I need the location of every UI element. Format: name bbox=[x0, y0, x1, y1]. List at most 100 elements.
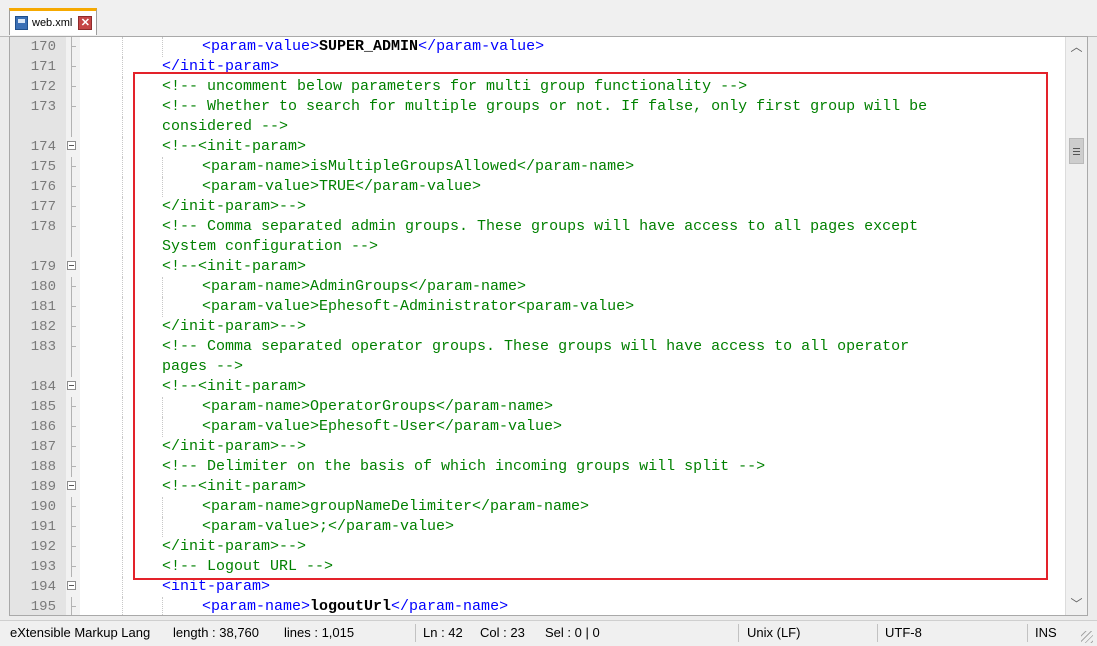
line-number: 174 bbox=[30, 139, 56, 155]
code-text: <init-param> bbox=[162, 577, 270, 597]
fold-guide bbox=[71, 106, 76, 107]
fold-guide bbox=[71, 406, 76, 407]
status-divider bbox=[415, 624, 416, 642]
fold-guide bbox=[71, 157, 72, 177]
fold-guide bbox=[71, 526, 76, 527]
indent-guide bbox=[122, 177, 123, 197]
line-number: 192 bbox=[30, 539, 56, 555]
line-number: 187 bbox=[30, 439, 56, 455]
fold-guide bbox=[71, 206, 76, 207]
line-number: 170 bbox=[30, 39, 56, 55]
fold-toggle-icon[interactable] bbox=[67, 381, 76, 390]
indent-guide bbox=[122, 117, 123, 137]
line-number: 172 bbox=[30, 79, 56, 95]
indent-guide bbox=[122, 77, 123, 97]
status-sel: Sel : 0 | 0 bbox=[545, 625, 600, 640]
fold-guide bbox=[71, 506, 76, 507]
line-number: 175 bbox=[30, 159, 56, 175]
fold-guide bbox=[71, 337, 72, 357]
line-number: 176 bbox=[30, 179, 56, 195]
indent-guide bbox=[122, 97, 123, 117]
status-language: eXtensible Markup Lang bbox=[10, 625, 151, 640]
indent-guide bbox=[122, 337, 123, 357]
fold-guide bbox=[71, 346, 76, 347]
fold-guide bbox=[71, 426, 76, 427]
indent-guide bbox=[122, 57, 123, 77]
indent-guide bbox=[122, 197, 123, 217]
xml-tag: <init-param> bbox=[162, 578, 271, 595]
line-number: 190 bbox=[30, 499, 56, 515]
code-editor[interactable]: 170 <param-value>SUPER_ADMIN</param-value… bbox=[9, 36, 1088, 616]
indent-guide bbox=[122, 537, 123, 557]
status-divider bbox=[1027, 624, 1028, 642]
fold-guide bbox=[71, 117, 72, 137]
xml-tag: </param-name> bbox=[391, 598, 509, 615]
fold-toggle-icon[interactable] bbox=[67, 581, 76, 590]
indent-guide bbox=[122, 317, 123, 337]
fold-guide bbox=[71, 66, 76, 67]
line-number: 179 bbox=[30, 259, 56, 275]
fold-guide bbox=[71, 286, 76, 287]
indent-guide bbox=[122, 257, 123, 277]
indent-guide bbox=[122, 457, 123, 477]
fold-guide bbox=[71, 277, 72, 297]
code-line[interactable]: 195 <param-name>logoutUrl</param-name> bbox=[10, 597, 1065, 615]
line-number: 178 bbox=[30, 219, 56, 235]
fold-guide bbox=[71, 306, 76, 307]
indent-guide bbox=[122, 397, 123, 417]
tab-web-xml[interactable]: web.xml ✕ bbox=[9, 8, 97, 35]
line-number: 177 bbox=[30, 199, 56, 215]
fold-toggle-icon[interactable] bbox=[67, 481, 76, 490]
scroll-down-icon[interactable]: ﹀ bbox=[1068, 596, 1085, 613]
status-divider bbox=[877, 624, 878, 642]
line-number: 182 bbox=[30, 319, 56, 335]
fold-guide bbox=[71, 546, 76, 547]
xml-tag: </param-value> bbox=[418, 38, 545, 55]
fold-guide bbox=[71, 517, 72, 537]
fold-guide bbox=[71, 37, 72, 57]
status-length: length : 38,760 bbox=[173, 625, 260, 640]
indent-guide bbox=[122, 237, 123, 257]
indent-guide bbox=[162, 597, 163, 615]
fold-guide bbox=[71, 77, 72, 97]
fold-guide bbox=[71, 57, 72, 77]
scroll-up-icon[interactable]: ︿ bbox=[1068, 39, 1085, 56]
fold-guide bbox=[71, 326, 76, 327]
code-line[interactable]: 194 <init-param> bbox=[10, 577, 1065, 597]
line-number: 186 bbox=[30, 419, 56, 435]
indent-guide bbox=[122, 577, 123, 597]
vertical-scrollbar[interactable]: ︿ ﹀ bbox=[1065, 37, 1087, 615]
code-line[interactable]: 170 <param-value>SUPER_ADMIN</param-value… bbox=[10, 37, 1065, 57]
xml-tag: <param-value> bbox=[202, 38, 320, 55]
fold-guide bbox=[71, 317, 72, 337]
fold-guide bbox=[71, 557, 72, 577]
fold-guide bbox=[71, 497, 72, 517]
indent-guide bbox=[122, 297, 123, 317]
line-number: 180 bbox=[30, 279, 56, 295]
indent-guide bbox=[122, 477, 123, 497]
indent-guide bbox=[122, 377, 123, 397]
line-number: 194 bbox=[30, 579, 56, 595]
file-save-icon bbox=[15, 16, 28, 30]
indent-guide bbox=[162, 37, 163, 57]
fold-toggle-icon[interactable] bbox=[67, 141, 76, 150]
indent-guide bbox=[122, 217, 123, 237]
fold-toggle-icon[interactable] bbox=[67, 261, 76, 270]
status-encoding[interactable]: UTF-8 bbox=[885, 625, 922, 640]
close-tab-icon[interactable]: ✕ bbox=[78, 16, 93, 30]
indent-guide bbox=[122, 517, 123, 537]
tab-bar: web.xml ✕ bbox=[0, 0, 1097, 37]
fold-guide bbox=[71, 566, 76, 567]
indent-guide bbox=[122, 137, 123, 157]
fold-guide bbox=[71, 226, 76, 227]
resize-grip-icon[interactable] bbox=[1081, 631, 1093, 643]
status-mode[interactable]: INS bbox=[1035, 625, 1057, 640]
xml-text: logoutUrl bbox=[310, 598, 392, 615]
code-text: <param-name>logoutUrl</param-name> bbox=[202, 597, 509, 615]
scroll-thumb[interactable] bbox=[1069, 138, 1084, 164]
fold-guide bbox=[71, 466, 76, 467]
status-eol[interactable]: Unix (LF) bbox=[747, 625, 800, 640]
line-number: 191 bbox=[30, 519, 56, 535]
status-ln: Ln : 42 bbox=[423, 625, 463, 640]
fold-guide bbox=[71, 397, 72, 417]
